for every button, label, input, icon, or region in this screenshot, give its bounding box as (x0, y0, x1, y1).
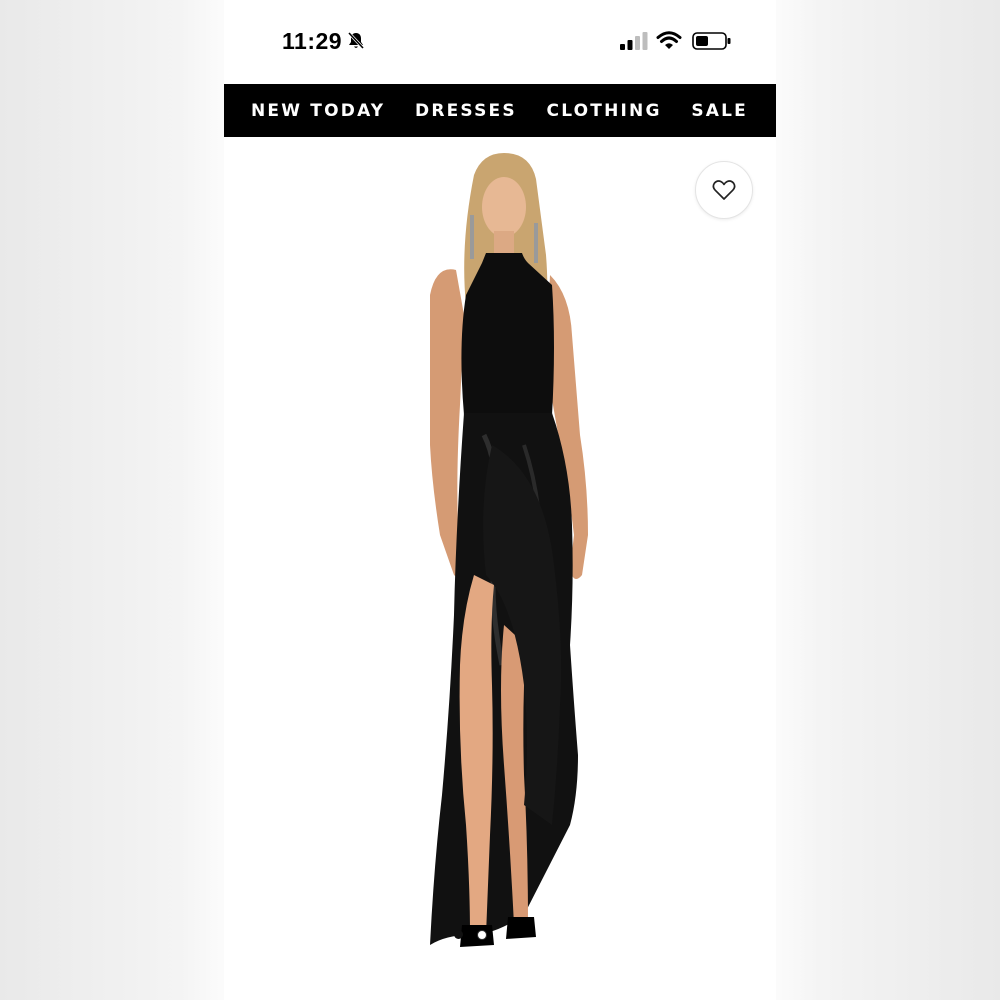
wifi-icon (656, 31, 682, 49)
status-bar: 11:29 (224, 0, 776, 84)
carousel-dot[interactable] (477, 930, 487, 940)
carousel-indicator (454, 930, 487, 940)
nav-item-new-today[interactable]: NEW TODAY (251, 101, 385, 121)
wishlist-button[interactable] (695, 161, 753, 219)
nav-item-clothing[interactable]: CLOTHING (547, 101, 662, 121)
product-image (430, 153, 588, 947)
cellular-signal-icon (620, 32, 648, 50)
product-image-area[interactable] (224, 137, 776, 1000)
nav-item-sale[interactable]: SALE (691, 101, 748, 121)
heart-icon (712, 180, 736, 200)
nav-item-dresses[interactable]: DRESSES (415, 101, 517, 121)
carousel-dot-active[interactable] (454, 930, 463, 939)
battery-icon (692, 32, 731, 50)
bell-slash-icon (347, 31, 365, 50)
category-nav: NEW TODAY DRESSES CLOTHING SALE (224, 84, 776, 137)
status-time: 11:29 (282, 28, 343, 54)
phone-screen: 11:29 NEW TODAY DRESSES CLOTHING SALE (224, 0, 776, 1000)
